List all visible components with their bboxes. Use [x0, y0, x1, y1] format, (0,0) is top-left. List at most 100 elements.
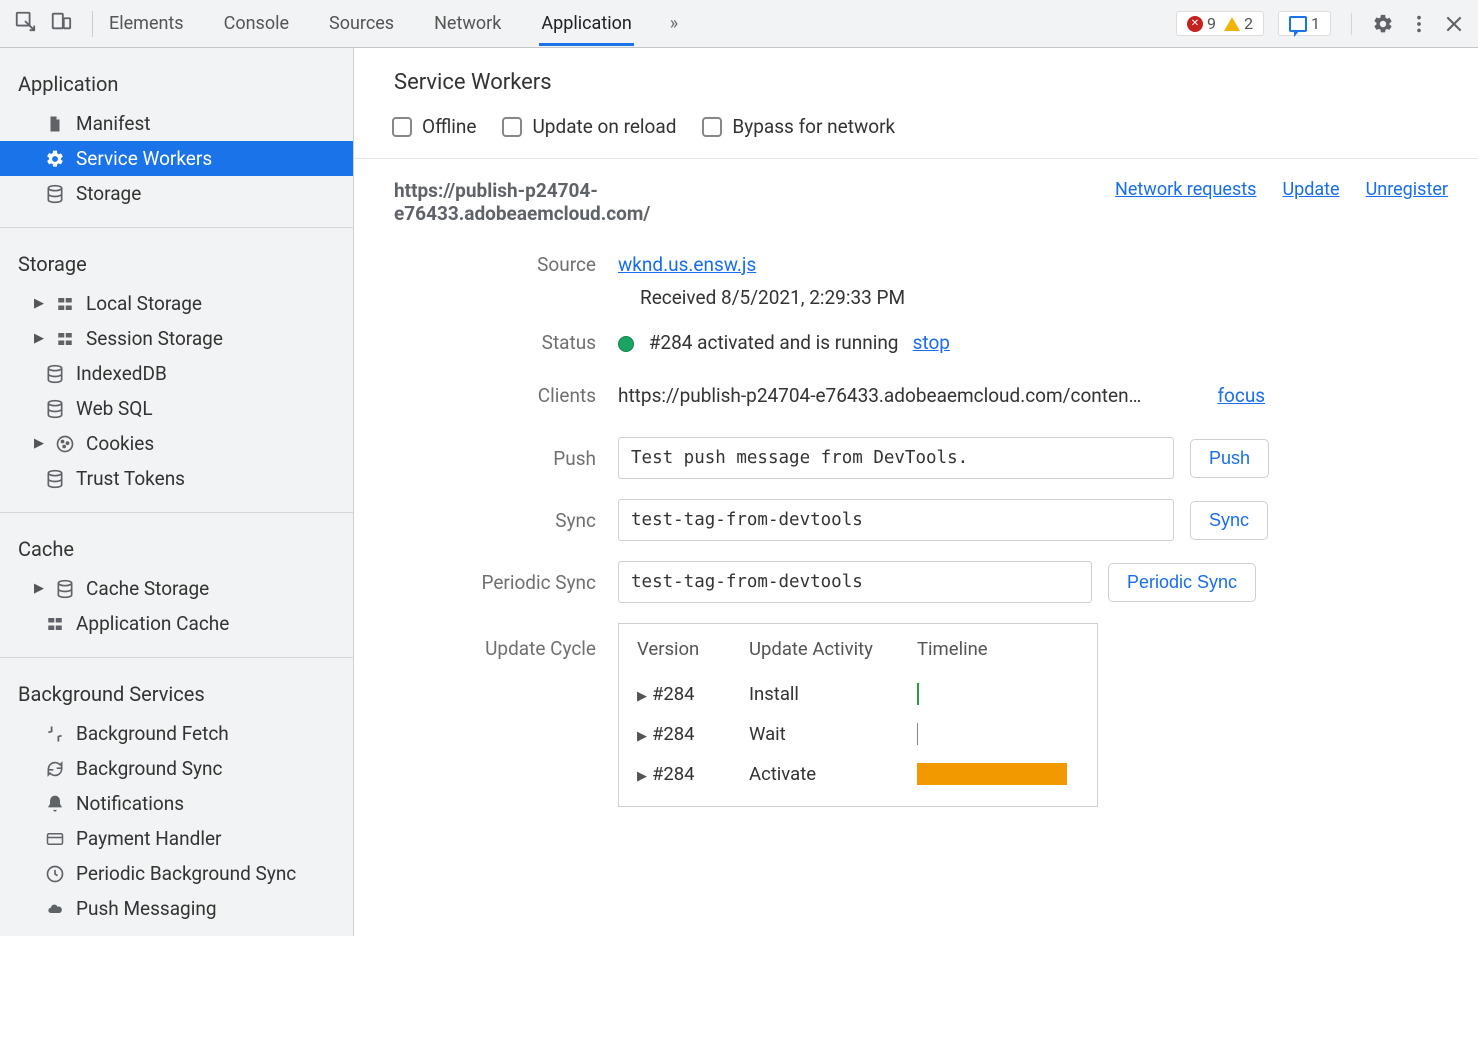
messages-badge[interactable]: 1	[1285, 14, 1324, 33]
sw-received-time: Received 8/5/2021, 2:29:33 PM	[394, 286, 1448, 309]
sidebar-item-label: Cookies	[86, 432, 154, 455]
inspect-icon[interactable]	[14, 10, 36, 37]
sidebar-item-periodic-sync[interactable]: Periodic Background Sync	[0, 856, 353, 891]
chevron-right-icon: ▶	[16, 296, 44, 311]
timeline-bar	[917, 683, 919, 705]
link-stop[interactable]: stop	[913, 331, 950, 354]
sidebar-item-manifest[interactable]: Manifest	[0, 106, 353, 141]
link-network-requests[interactable]: Network requests	[1115, 179, 1256, 200]
messages-count: 1	[1311, 14, 1320, 33]
periodic-sync-button[interactable]: Periodic Sync	[1108, 563, 1256, 602]
sidebar-item-payment-handler[interactable]: Payment Handler	[0, 821, 353, 856]
cycle-row[interactable]: ▶#284 Install	[637, 674, 1079, 714]
checkbox-icon[interactable]	[502, 117, 522, 137]
sidebar-item-session-storage[interactable]: ▶ Session Storage	[0, 321, 353, 356]
sidebar-item-label: Periodic Background Sync	[76, 862, 296, 885]
errors-count: 9	[1207, 14, 1216, 33]
tab-application[interactable]: Application	[539, 1, 633, 46]
close-devtools-icon[interactable]	[1444, 14, 1464, 34]
device-toggle-icon[interactable]	[50, 10, 72, 37]
sidebar-item-background-sync[interactable]: Background Sync	[0, 751, 353, 786]
sidebar-item-storage[interactable]: Storage	[0, 176, 353, 211]
sidebar-item-label: IndexedDB	[76, 362, 167, 385]
sidebar-item-label: Cache Storage	[86, 577, 209, 600]
sidebar-item-notifications[interactable]: Notifications	[0, 786, 353, 821]
checkbox-offline[interactable]: Offline	[392, 115, 476, 138]
sidebar-item-label: Local Storage	[86, 292, 202, 315]
tab-elements[interactable]: Elements	[107, 1, 186, 46]
document-icon	[44, 113, 66, 135]
settings-icon[interactable]	[1372, 13, 1394, 35]
database-icon	[54, 578, 76, 600]
checkbox-icon[interactable]	[702, 117, 722, 137]
sync-button[interactable]: Sync	[1190, 501, 1268, 540]
warnings-count: 2	[1244, 14, 1253, 33]
main-panel: Service Workers Offline Update on reload…	[354, 48, 1478, 936]
label-sync: Sync	[394, 509, 618, 532]
sidebar-item-application-cache[interactable]: Application Cache	[0, 606, 353, 641]
application-sidebar: Application Manifest Service Workers	[0, 48, 354, 936]
link-update[interactable]: Update	[1282, 179, 1339, 200]
sidebar-item-indexeddb[interactable]: IndexedDB	[0, 356, 353, 391]
tab-network[interactable]: Network	[432, 1, 503, 46]
sidebar-item-label: Application Cache	[76, 612, 229, 635]
database-icon	[44, 398, 66, 420]
label-clients: Clients	[394, 384, 618, 407]
warning-icon	[1224, 17, 1240, 31]
bell-icon	[44, 793, 66, 815]
sidebar-item-cache-storage[interactable]: ▶ Cache Storage	[0, 571, 353, 606]
checkbox-icon[interactable]	[392, 117, 412, 137]
sidebar-item-background-fetch[interactable]: Background Fetch	[0, 716, 353, 751]
tab-console[interactable]: Console	[222, 1, 291, 46]
cycle-row[interactable]: ▶#284 Wait	[637, 714, 1079, 754]
sidebar-item-label: Manifest	[76, 112, 151, 135]
sidebar-item-label: Trust Tokens	[76, 467, 185, 490]
sidebar-item-cookies[interactable]: ▶ Cookies	[0, 426, 353, 461]
messages-badges[interactable]: 1	[1278, 11, 1331, 36]
devtools-tabs: Elements Console Sources Network Applica…	[107, 1, 1176, 46]
col-timeline: Timeline	[917, 638, 1079, 660]
sidebar-item-label: Push Messaging	[76, 897, 217, 920]
database-icon	[44, 183, 66, 205]
status-dot-icon	[618, 336, 634, 352]
checkbox-label: Bypass for network	[732, 115, 895, 138]
database-icon	[44, 363, 66, 385]
gear-icon	[44, 148, 66, 170]
sidebar-item-push-messaging[interactable]: Push Messaging	[0, 891, 353, 926]
col-version: Version	[637, 638, 749, 660]
periodic-sync-input[interactable]	[618, 561, 1092, 603]
cycle-row[interactable]: ▶#284 Activate	[637, 754, 1079, 794]
devtools-toolbar: Elements Console Sources Network Applica…	[0, 0, 1478, 48]
checkbox-update-on-reload[interactable]: Update on reload	[502, 115, 676, 138]
sidebar-item-websql[interactable]: Web SQL	[0, 391, 353, 426]
sync-input[interactable]	[618, 499, 1174, 541]
sw-origin-url: https://publish-p24704-e76433.adobeaemcl…	[394, 179, 834, 225]
sw-source-link[interactable]: wknd.us.ensw.js	[618, 253, 756, 276]
fetch-icon	[44, 723, 66, 745]
push-button[interactable]: Push	[1190, 439, 1269, 478]
sidebar-item-label: Storage	[76, 182, 141, 205]
chevron-right-icon: ▶	[16, 331, 44, 346]
chevron-right-icon: ▶	[16, 436, 44, 451]
cycle-version: #284	[652, 723, 695, 745]
error-icon: ✕	[1187, 16, 1203, 32]
sidebar-item-label: Web SQL	[76, 397, 153, 420]
sidebar-item-service-workers[interactable]: Service Workers	[0, 141, 353, 176]
link-unregister[interactable]: Unregister	[1366, 179, 1448, 200]
checkbox-label: Update on reload	[532, 115, 676, 138]
sidebar-item-trust-tokens[interactable]: Trust Tokens	[0, 461, 353, 496]
section-title-storage: Storage	[0, 246, 353, 286]
tab-sources[interactable]: Sources	[327, 1, 396, 46]
more-tabs-icon[interactable]: »	[670, 13, 678, 34]
status-badges[interactable]: ✕ 9 2	[1176, 11, 1264, 36]
timeline-bar	[917, 723, 918, 745]
more-menu-icon[interactable]	[1408, 13, 1430, 35]
link-focus[interactable]: focus	[1217, 384, 1265, 407]
push-input[interactable]	[618, 437, 1174, 479]
status-text: #284 activated and is running	[649, 331, 899, 354]
checkbox-bypass[interactable]: Bypass for network	[702, 115, 895, 138]
timeline-bar	[917, 763, 1067, 785]
sidebar-item-local-storage[interactable]: ▶ Local Storage	[0, 286, 353, 321]
warnings-badge[interactable]: 2	[1220, 14, 1257, 33]
errors-badge[interactable]: ✕ 9	[1183, 14, 1220, 33]
